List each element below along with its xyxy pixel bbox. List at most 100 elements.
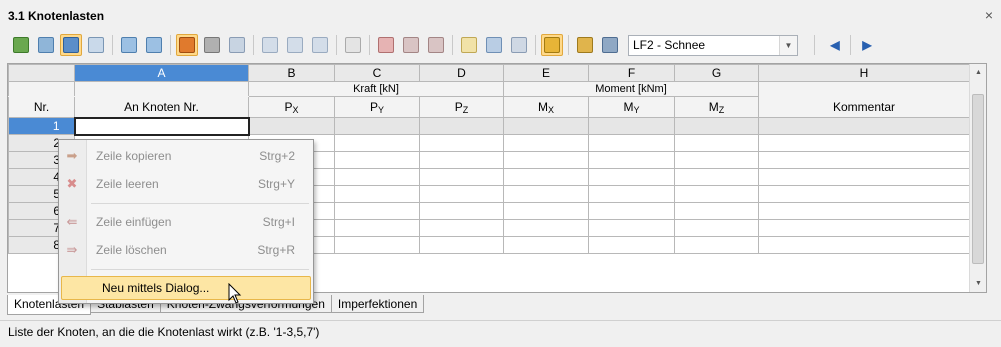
menu-item-copy-row[interactable]: ➡ Zeile kopieren Strg+2 xyxy=(59,142,313,170)
column-letter-f[interactable]: F xyxy=(588,64,675,82)
pz-cell[interactable] xyxy=(419,236,504,254)
export-icon[interactable] xyxy=(143,34,165,56)
pz-cell[interactable] xyxy=(419,134,504,152)
pz-cell[interactable] xyxy=(419,202,504,220)
mz-cell[interactable] xyxy=(674,185,759,203)
py-cell[interactable] xyxy=(334,151,420,169)
table-toggle-icon[interactable] xyxy=(483,34,505,56)
py-cell[interactable] xyxy=(334,236,420,254)
scrollbar-thumb[interactable] xyxy=(972,94,984,264)
pz-cell[interactable] xyxy=(419,168,504,186)
py-cell[interactable] xyxy=(334,185,420,203)
py-cell[interactable] xyxy=(334,134,420,152)
comment-cell[interactable] xyxy=(758,236,970,254)
my-cell[interactable] xyxy=(588,117,675,135)
grid-icon[interactable] xyxy=(85,34,107,56)
mz-cell[interactable] xyxy=(674,168,759,186)
comment-cell[interactable] xyxy=(758,134,970,152)
toolbar-separator xyxy=(452,35,453,55)
chevron-down-icon[interactable]: ▼ xyxy=(779,35,797,55)
mz-cell[interactable] xyxy=(674,202,759,220)
table-columns-icon[interactable] xyxy=(35,34,57,56)
mz-cell[interactable] xyxy=(674,219,759,237)
my-cell[interactable] xyxy=(588,202,675,220)
node-icon[interactable] xyxy=(574,34,596,56)
previous-icon[interactable]: ◀ xyxy=(824,34,846,56)
py-cell[interactable] xyxy=(334,168,420,186)
mx-cell[interactable] xyxy=(503,236,589,254)
comment-cell[interactable] xyxy=(758,168,970,186)
node-nr-cell[interactable] xyxy=(73,116,250,136)
column-letter-c[interactable]: C xyxy=(334,64,420,82)
mx-cell[interactable] xyxy=(503,168,589,186)
mx-cell[interactable] xyxy=(503,151,589,169)
copy-icon[interactable] xyxy=(284,34,306,56)
mz-cell[interactable] xyxy=(674,117,759,135)
table-icon[interactable] xyxy=(10,34,32,56)
row-number[interactable]: 1 xyxy=(8,117,75,135)
vertical-scrollbar[interactable]: ▲ ▼ xyxy=(969,64,986,292)
mz-cell[interactable] xyxy=(674,151,759,169)
select-icon[interactable] xyxy=(176,34,198,56)
mx-cell[interactable] xyxy=(503,134,589,152)
settings-icon[interactable] xyxy=(309,34,331,56)
py-cell[interactable] xyxy=(334,202,420,220)
my-cell[interactable] xyxy=(588,134,675,152)
comment-cell[interactable] xyxy=(758,185,970,203)
pointer-icon[interactable] xyxy=(201,34,223,56)
mx-cell[interactable] xyxy=(503,202,589,220)
pz-cell[interactable] xyxy=(419,117,504,135)
scroll-up-icon[interactable]: ▲ xyxy=(970,64,986,81)
loadcase-select[interactable]: LF2 - Schnee ▼ xyxy=(628,34,798,56)
menu-item-delete-row[interactable]: ⇛ Zeile löschen Strg+R xyxy=(59,236,313,264)
next-icon[interactable]: ▶ xyxy=(856,34,878,56)
color-icon[interactable] xyxy=(541,34,563,56)
mx-cell[interactable] xyxy=(503,117,589,135)
close-icon[interactable]: × xyxy=(985,7,993,23)
mz-cell[interactable] xyxy=(674,236,759,254)
menu-item-new-via-dialog[interactable]: Neu mittels Dialog... xyxy=(61,276,311,300)
px-cell[interactable] xyxy=(248,117,335,135)
mz-cell[interactable] xyxy=(674,134,759,152)
mx-cell[interactable] xyxy=(503,185,589,203)
clear-row-icon[interactable] xyxy=(375,34,397,56)
delete-row-icon: ⇛ xyxy=(66,242,78,257)
view-icon[interactable] xyxy=(226,34,248,56)
column-letter-e[interactable]: E xyxy=(503,64,589,82)
column-letter-b[interactable]: B xyxy=(248,64,335,82)
zoom-icon[interactable] xyxy=(259,34,281,56)
py-cell[interactable] xyxy=(334,219,420,237)
pz-cell[interactable] xyxy=(419,219,504,237)
insert-row-icon[interactable] xyxy=(400,34,422,56)
menu-item-clear-row[interactable]: ✖ Zeile leeren Strg+Y xyxy=(59,170,313,198)
comment-cell[interactable] xyxy=(758,219,970,237)
graphics-icon[interactable] xyxy=(599,34,621,56)
column-letter-d[interactable]: D xyxy=(419,64,504,82)
corner-header[interactable] xyxy=(8,64,75,82)
pz-cell[interactable] xyxy=(419,185,504,203)
scroll-down-icon[interactable]: ▼ xyxy=(970,275,986,292)
delete-row-icon[interactable] xyxy=(342,34,364,56)
edit-icon[interactable] xyxy=(508,34,530,56)
comment-cell[interactable] xyxy=(758,202,970,220)
filter-icon[interactable] xyxy=(60,34,82,56)
my-cell[interactable] xyxy=(588,219,675,237)
import-icon[interactable] xyxy=(118,34,140,56)
column-letter-a[interactable]: A xyxy=(74,64,249,82)
table-view-icon[interactable] xyxy=(458,34,480,56)
mx-cell[interactable] xyxy=(503,219,589,237)
menu-item-insert-row[interactable]: ⇚ Zeile einfügen Strg+I xyxy=(59,208,313,236)
remove-row-icon[interactable] xyxy=(425,34,447,56)
toolbar-separator xyxy=(336,35,337,55)
my-cell[interactable] xyxy=(588,168,675,186)
py-cell[interactable] xyxy=(334,117,420,135)
my-cell[interactable] xyxy=(588,236,675,254)
tab-imperfektionen[interactable]: Imperfektionen xyxy=(330,295,425,313)
pz-cell[interactable] xyxy=(419,151,504,169)
column-letter-g[interactable]: G xyxy=(674,64,759,82)
my-cell[interactable] xyxy=(588,185,675,203)
comment-cell[interactable] xyxy=(758,117,970,135)
comment-cell[interactable] xyxy=(758,151,970,169)
my-cell[interactable] xyxy=(588,151,675,169)
column-letter-h[interactable]: H xyxy=(758,64,970,82)
